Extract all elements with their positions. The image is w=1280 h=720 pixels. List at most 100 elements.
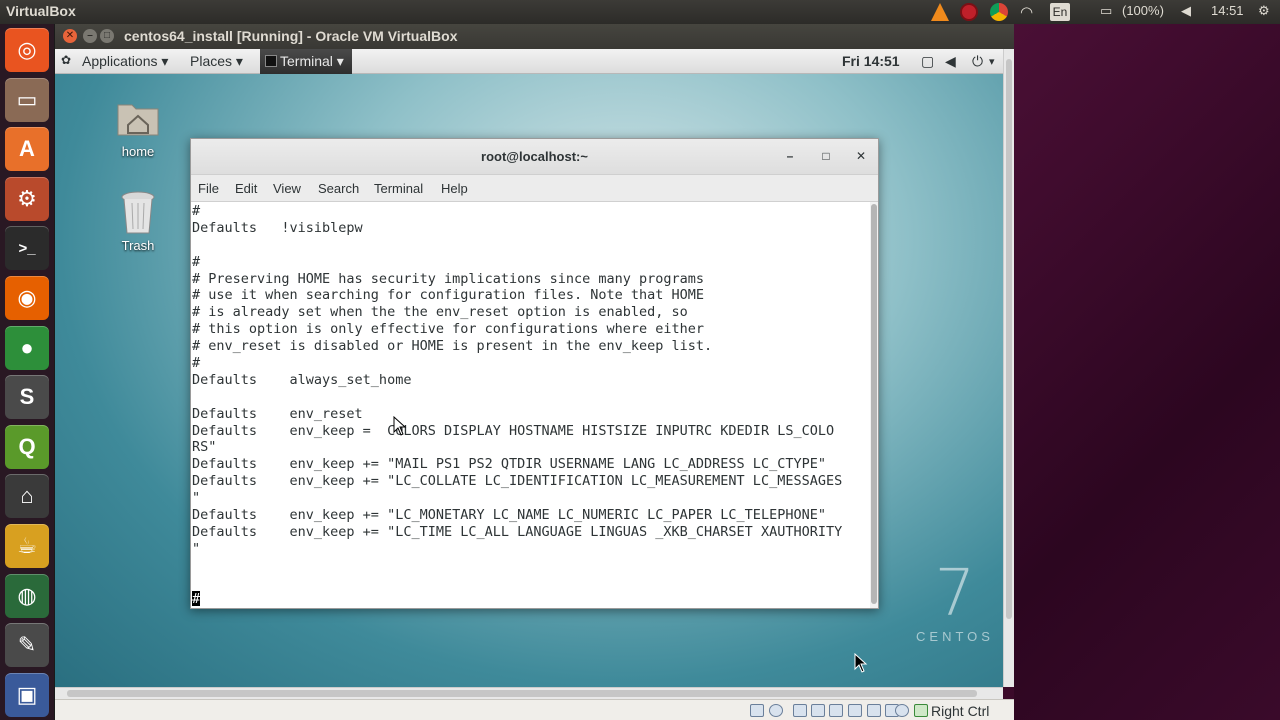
terminal-text: # Defaults !visiblepw # # Preserving HOME h… xyxy=(192,203,842,608)
home-folder-icon xyxy=(117,104,159,136)
guest-system-menu-arrow-icon[interactable]: ▾ xyxy=(989,55,995,68)
terminal-line: RS" xyxy=(192,439,217,456)
terminal-title: root@localhost:~ xyxy=(481,149,588,164)
terminal-close-button[interactable]: ✕ xyxy=(852,147,870,165)
app-icon[interactable]: ⌂ xyxy=(5,474,49,519)
record-icon[interactable] xyxy=(960,3,978,21)
menu-file[interactable]: File xyxy=(198,181,219,196)
terminal-app-icon xyxy=(265,55,277,67)
terminal-line: # use it when searching for configuratio… xyxy=(192,287,705,304)
terminal-line: Defaults env_reset xyxy=(192,405,363,422)
vbox-horizontal-scrollbar-thumb[interactable] xyxy=(67,690,977,697)
applications-menu[interactable]: Applications ▾ xyxy=(82,53,168,70)
vbox-vertical-scrollbar-thumb[interactable] xyxy=(1006,59,1012,619)
mouse-pointer-icon xyxy=(393,416,407,436)
mouse-integration-icon[interactable] xyxy=(895,704,909,717)
network-icon[interactable] xyxy=(829,704,843,717)
tools-icon[interactable]: ✎ xyxy=(5,623,49,668)
virtualbox-titlebar: ✕ – □ centos64_install [Running] - Oracl… xyxy=(55,24,1014,49)
centos-wordmark: CENTOS xyxy=(916,629,994,644)
volume-icon[interactable]: ◀ xyxy=(1181,3,1191,21)
terminal-line: # this option is only effective for conf… xyxy=(192,321,705,338)
host-key-label: Right Ctrl xyxy=(931,703,990,719)
centos-version-number: 7 xyxy=(934,557,976,631)
active-app-menu[interactable]: Terminal ▾ xyxy=(260,49,352,74)
terminal-line: Defaults env_keep = COLORS DISPLAY HOSTN… xyxy=(192,422,835,439)
menu-edit[interactable]: Edit xyxy=(235,181,257,196)
battery-percentage[interactable]: (100%) xyxy=(1122,3,1164,21)
files-icon[interactable]: ▭ xyxy=(5,77,49,122)
menu-terminal[interactable]: Terminal xyxy=(374,181,423,196)
firefox-icon[interactable]: ◉ xyxy=(5,276,49,320)
terminal-titlebar[interactable]: root@localhost:~ – □ ✕ xyxy=(191,139,878,175)
menu-view[interactable]: View xyxy=(273,181,301,196)
desktop-icon-trash[interactable]: Trash xyxy=(103,191,173,257)
terminal-line: Defaults always_set_home xyxy=(192,371,412,388)
host-key-arrow-icon[interactable] xyxy=(914,704,928,717)
vbox-status-bar: Right Ctrl xyxy=(55,699,1014,720)
terminal-app-menu-label: Terminal ▾ xyxy=(280,53,344,69)
software-center-icon[interactable]: A xyxy=(5,127,49,172)
chrome-tray-icon[interactable] xyxy=(990,3,1008,21)
vbox-minimize-button[interactable]: – xyxy=(83,29,97,43)
terminal-line: " xyxy=(192,540,201,557)
guest-screen[interactable]: ✿ Applications ▾ Places ▾ Terminal ▾ Fri… xyxy=(55,49,1003,687)
host-top-panel: VirtualBox ◠ En ▭ (100%) ◀ 14:51 ⚙ xyxy=(0,0,1280,24)
optical-drive-icon[interactable] xyxy=(769,704,783,717)
host-clock[interactable]: 14:51 xyxy=(1211,3,1244,21)
guest-volume-icon[interactable]: ◀ xyxy=(945,53,956,70)
terminal-minimize-button[interactable]: – xyxy=(781,147,799,165)
desktop-icon-home[interactable]: home xyxy=(103,97,173,163)
chrome-icon[interactable]: ● xyxy=(5,325,49,370)
terminal-scrollbar[interactable] xyxy=(870,202,878,608)
gnome-top-bar: ✿ Applications ▾ Places ▾ Terminal ▾ Fri… xyxy=(55,49,1003,74)
battery-icon[interactable]: ▭ xyxy=(1100,3,1112,21)
terminal-output[interactable]: # Defaults !visiblepw # # Preserving HOME h… xyxy=(191,202,869,608)
vbox-vertical-scrollbar[interactable] xyxy=(1003,49,1014,687)
guest-clock[interactable]: Fri 14:51 xyxy=(842,53,900,69)
desktop-icon-label: home xyxy=(121,144,155,159)
keyboard-layout-indicator[interactable]: En xyxy=(1050,3,1070,21)
vbox-close-button[interactable]: ✕ xyxy=(63,29,77,43)
vbox-window-title: centos64_install [Running] - Oracle VM V… xyxy=(124,28,458,44)
shared-folders-icon[interactable] xyxy=(811,704,825,717)
terminal-line: Defaults env_keep += "LC_COLLATE LC_IDEN… xyxy=(192,473,843,490)
wifi-icon[interactable]: ◠ xyxy=(1020,3,1033,21)
globe-icon[interactable]: ◍ xyxy=(5,573,49,618)
virtualbox-icon[interactable]: ▣ xyxy=(5,672,49,717)
terminal-window[interactable]: root@localhost:~ – □ ✕ File Edit View Se… xyxy=(190,138,879,609)
vbox-maximize-button[interactable]: □ xyxy=(100,29,114,43)
vlc-icon[interactable] xyxy=(931,3,949,21)
unity-launcher: ◎ ▭ A ⚙ >_ ◉ ● S Q ⌂ ☕ ◍ ✎ ▣ xyxy=(0,24,55,720)
qgis-icon[interactable]: Q xyxy=(5,424,49,469)
terminal-scrollbar-thumb[interactable] xyxy=(871,204,877,604)
places-menu[interactable]: Places ▾ xyxy=(190,53,243,70)
sublime-text-icon[interactable]: S xyxy=(5,375,49,420)
activities-foot-icon[interactable]: ✿ xyxy=(61,53,71,67)
system-settings-icon[interactable]: ⚙ xyxy=(5,176,49,221)
terminal-line: # env_reset is disabled or HOME is prese… xyxy=(192,338,713,355)
ubuntu-home-icon[interactable]: ◎ xyxy=(5,28,49,72)
terminal-maximize-button[interactable]: □ xyxy=(817,147,835,165)
vbox-horizontal-scrollbar[interactable] xyxy=(55,687,1003,699)
usb-icon[interactable] xyxy=(793,704,807,717)
power-gear-icon[interactable]: ⚙ xyxy=(1258,3,1270,21)
terminal-line: # xyxy=(192,355,201,372)
terminal-line: # xyxy=(192,203,201,219)
guest-power-icon[interactable]: ⏻ xyxy=(972,53,983,70)
teapot-icon[interactable]: ☕ xyxy=(5,524,49,568)
hard-disk-icon[interactable] xyxy=(750,704,764,717)
desktop-icon-label: Trash xyxy=(121,238,155,253)
menu-search[interactable]: Search xyxy=(318,181,359,196)
terminal-line: # is already set when the the env_reset … xyxy=(192,304,688,321)
terminal-line: # Preserving HOME has security implicati… xyxy=(192,270,705,287)
terminal-prompt-line: # xyxy=(192,591,842,608)
folder-icon[interactable] xyxy=(848,704,862,717)
display-icon[interactable] xyxy=(867,704,881,717)
screen-icon[interactable]: ▢ xyxy=(921,53,934,70)
menu-help[interactable]: Help xyxy=(441,181,468,196)
terminal-icon[interactable]: >_ xyxy=(5,226,49,271)
trash-icon xyxy=(121,191,155,234)
